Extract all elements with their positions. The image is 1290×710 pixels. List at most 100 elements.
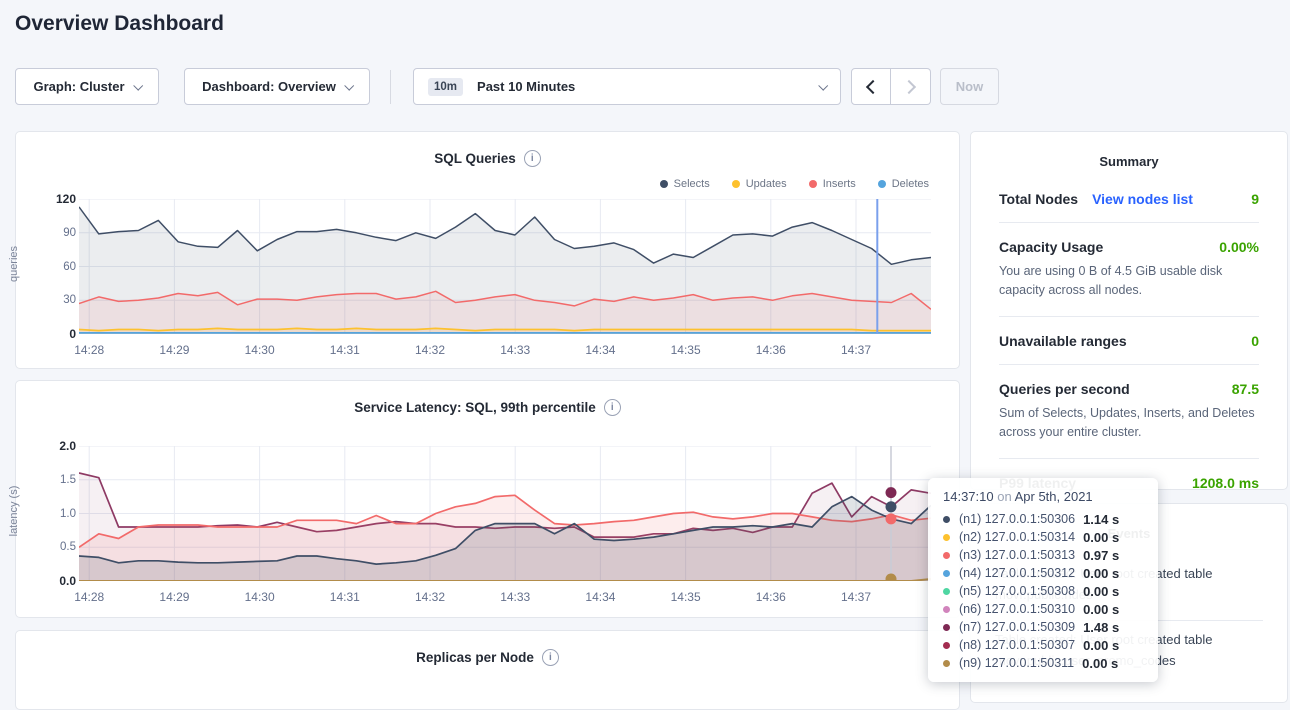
graph-dropdown[interactable]: Graph: Cluster: [15, 68, 159, 105]
legend-item-updates[interactable]: Updates: [732, 178, 787, 190]
legend-dot: [660, 180, 668, 188]
x-tick-label: 14:36: [756, 343, 786, 357]
x-tick-label: 14:30: [245, 590, 275, 604]
node-color-dot: [943, 534, 950, 541]
tooltip-node-address: (n8) 127.0.0.1:50307: [959, 638, 1075, 652]
chart-title-replicas-per-node: Replicas per Node: [416, 650, 534, 665]
capacity-usage-value: 0.00%: [1219, 239, 1259, 255]
x-tick-label: 14:33: [500, 343, 530, 357]
x-tick-label: 14:28: [74, 343, 104, 357]
info-icon[interactable]: i: [542, 649, 559, 666]
y-axis-label: queries: [8, 204, 20, 324]
tooltip-node-address: (n1) 127.0.0.1:50306: [959, 512, 1075, 526]
chevron-down-icon: [133, 81, 143, 91]
x-axis-ticks: 14:2814:2914:3014:3114:3214:3314:3414:35…: [79, 339, 931, 355]
total-nodes-label: Total Nodes: [999, 191, 1078, 207]
x-tick-label: 14:31: [330, 343, 360, 357]
chart-legend: Selects Updates Inserts Deletes: [660, 178, 929, 190]
y-tick-label: 1.5: [60, 474, 76, 486]
tooltip-node-address: (n7) 127.0.0.1:50309: [959, 620, 1075, 634]
y-axis-label: latency (s): [8, 451, 20, 571]
view-nodes-list-link[interactable]: View nodes list: [1092, 191, 1193, 207]
tooltip-row: (n6) 127.0.0.1:50310 0.00 s: [943, 600, 1146, 618]
tooltip-timestamp: 14:37:10 on Apr 5th, 2021: [943, 489, 1146, 504]
tooltip-node-address: (n5) 127.0.0.1:50308: [959, 584, 1075, 598]
x-tick-label: 14:29: [159, 590, 189, 604]
tooltip-rows: (n1) 127.0.0.1:503061.14 s (n2) 127.0.0.1…: [943, 510, 1146, 672]
tooltip-row: (n1) 127.0.0.1:503061.14 s: [943, 510, 1146, 528]
time-range-dropdown[interactable]: 10m Past 10 Minutes: [413, 68, 841, 105]
sql-queries-chart-card: SQL Queries i Selects Updates Inserts Delet…: [15, 131, 960, 369]
chart-hover-tooltip: 14:37:10 on Apr 5th, 2021 (n1) 127.0.0.1…: [928, 478, 1158, 682]
page-title: Overview Dashboard: [15, 12, 224, 36]
tooltip-on: on: [997, 489, 1011, 504]
tooltip-row: (n9) 127.0.0.1:503110.00 s: [943, 654, 1146, 672]
y-axis-ticks: 0.00.51.01.52.0: [30, 446, 76, 581]
node-color-dot: [943, 552, 950, 559]
now-button[interactable]: Now: [940, 68, 999, 105]
y-tick-label: 30: [63, 294, 76, 306]
y-tick-label: 1.0: [60, 508, 76, 520]
tooltip-node-value: 0.00 s: [1083, 602, 1119, 617]
tooltip-node-address: (n4) 127.0.0.1:50312: [959, 566, 1075, 580]
tooltip-row: (n3) 127.0.0.1:503130.97 s: [943, 546, 1146, 564]
chevron-left-icon: [866, 79, 880, 93]
tooltip-node-address: (n2) 127.0.0.1:50314: [959, 530, 1075, 544]
x-tick-label: 14:31: [330, 590, 360, 604]
legend-dot: [878, 180, 886, 188]
node-color-dot: [943, 642, 950, 649]
unavailable-ranges-value: 0: [1251, 333, 1259, 349]
tooltip-date: Apr 5th, 2021: [1015, 489, 1093, 504]
tooltip-node-address: (n9) 127.0.0.1:50311: [959, 656, 1074, 670]
node-color-dot: [943, 516, 950, 523]
graph-dropdown-label: Graph: Cluster: [33, 79, 124, 94]
qps-description: Sum of Selects, Updates, Inserts, and De…: [999, 404, 1259, 443]
summary-heading: Summary: [971, 132, 1287, 169]
legend-label: Deletes: [892, 178, 929, 190]
x-tick-label: 14:32: [415, 590, 445, 604]
y-tick-label: 60: [63, 261, 76, 273]
service-latency-plot[interactable]: [79, 446, 931, 581]
info-icon[interactable]: i: [524, 150, 541, 167]
legend-label: Updates: [746, 178, 787, 190]
dashboard-dropdown[interactable]: Dashboard: Overview: [184, 68, 370, 105]
y-tick-label: 120: [56, 192, 76, 206]
capacity-usage-label: Capacity Usage: [999, 239, 1103, 255]
tooltip-row: (n7) 127.0.0.1:503091.48 s: [943, 618, 1146, 636]
x-tick-label: 14:36: [756, 590, 786, 604]
chart-title-sql-queries: SQL Queries: [434, 151, 516, 166]
time-prev-button[interactable]: [851, 68, 891, 105]
service-latency-chart-card: Service Latency: SQL, 99th percentile i …: [15, 380, 960, 618]
qps-value: 87.5: [1232, 381, 1259, 397]
toolbar: Graph: Cluster Dashboard: Overview 10m P…: [0, 68, 1290, 105]
replicas-per-node-chart-card: Replicas per Node i: [15, 630, 960, 710]
summary-panel: Summary Total Nodes View nodes list 9 Ca…: [970, 131, 1288, 490]
legend-item-deletes[interactable]: Deletes: [878, 178, 929, 190]
tooltip-node-address: (n6) 127.0.0.1:50310: [959, 602, 1075, 616]
legend-label: Inserts: [823, 178, 856, 190]
x-tick-label: 14:32: [415, 343, 445, 357]
tooltip-node-value: 0.00 s: [1083, 584, 1119, 599]
x-tick-label: 14:37: [841, 343, 871, 357]
x-tick-label: 14:37: [841, 590, 871, 604]
summary-row-unavailable-ranges: Unavailable ranges 0: [999, 317, 1259, 365]
info-icon[interactable]: i: [604, 399, 621, 416]
sql-queries-plot[interactable]: [79, 199, 931, 334]
time-range-label: Past 10 Minutes: [477, 79, 810, 94]
time-step-buttons: [851, 68, 931, 105]
tooltip-node-value: 0.00 s: [1083, 638, 1119, 653]
summary-row-capacity: Capacity Usage 0.00% You are using 0 B o…: [999, 223, 1259, 317]
x-tick-label: 14:34: [585, 590, 615, 604]
time-next-button[interactable]: [891, 68, 931, 105]
legend-item-inserts[interactable]: Inserts: [809, 178, 856, 190]
legend-dot: [809, 180, 817, 188]
legend-item-selects[interactable]: Selects: [660, 178, 710, 190]
x-tick-label: 14:29: [159, 343, 189, 357]
node-color-dot: [943, 588, 950, 595]
total-nodes-value: 9: [1251, 191, 1259, 207]
toolbar-divider: [390, 70, 391, 104]
node-color-dot: [943, 606, 950, 613]
tooltip-node-value: 0.00 s: [1083, 566, 1119, 581]
time-range-badge: 10m: [428, 78, 463, 96]
chevron-down-icon: [344, 81, 354, 91]
